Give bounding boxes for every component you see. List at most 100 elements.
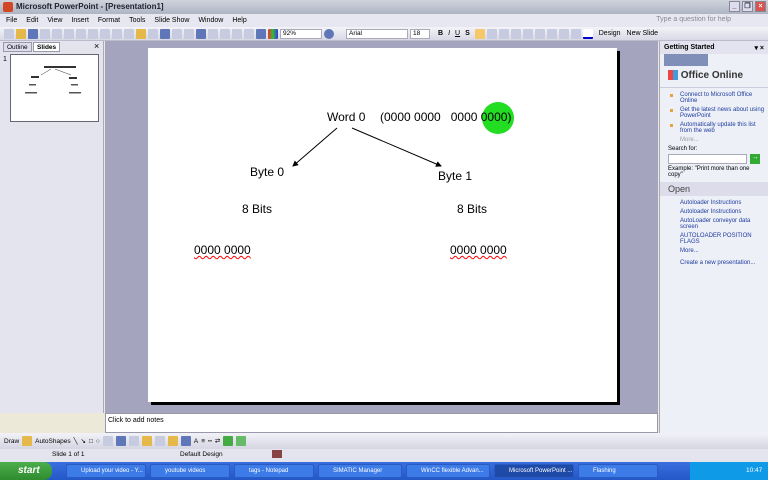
taskbar-item[interactable]: SIMATIC Manager: [318, 464, 402, 478]
more-link[interactable]: More...: [660, 137, 768, 143]
close-pane-icon[interactable]: ×: [94, 41, 99, 51]
search-go-button[interactable]: →: [750, 154, 760, 164]
new-icon[interactable]: [4, 28, 14, 39]
cut-icon[interactable]: [112, 28, 122, 39]
draw-menu[interactable]: Draw: [4, 438, 19, 445]
hyperlink-icon[interactable]: [220, 28, 230, 39]
restore-button[interactable]: ❐: [742, 1, 753, 12]
recent-file[interactable]: Autoloader Instructions: [660, 209, 768, 215]
select-objects-icon[interactable]: [22, 436, 33, 446]
tab-slides[interactable]: Slides: [33, 42, 61, 52]
3d-style-icon[interactable]: [236, 436, 247, 446]
dash-style-icon[interactable]: ┅: [208, 437, 212, 445]
decrease-font-icon[interactable]: [546, 28, 557, 39]
menu-insert[interactable]: Insert: [71, 17, 89, 24]
font-size-select[interactable]: 18: [410, 28, 430, 39]
notes-input[interactable]: Click to add notes: [105, 413, 658, 433]
italic-button[interactable]: I: [448, 30, 450, 37]
slide-canvas[interactable]: Word 0 (0000 0000 0000 0000) Byte 0 Byte…: [148, 48, 617, 402]
line-style-icon[interactable]: ≡: [201, 438, 205, 445]
permission-icon[interactable]: [40, 28, 50, 39]
autoshapes-menu[interactable]: AutoShapes: [35, 438, 70, 445]
minimize-button[interactable]: _: [729, 1, 740, 12]
align-center-icon[interactable]: [486, 28, 497, 39]
decrease-indent-icon[interactable]: [558, 28, 569, 39]
undo-icon[interactable]: [160, 28, 170, 39]
align-right-icon[interactable]: [498, 28, 509, 39]
recent-file[interactable]: Autoloader Instructions: [660, 200, 768, 206]
picture-icon[interactable]: [154, 436, 165, 446]
start-button[interactable]: start: [0, 462, 52, 480]
menu-edit[interactable]: Edit: [26, 17, 38, 24]
taskbar-item[interactable]: youtube videos: [150, 464, 230, 478]
taskbar-item[interactable]: Upload your video - Y...: [66, 464, 146, 478]
bullets-icon[interactable]: [522, 28, 533, 39]
help-icon[interactable]: [324, 28, 334, 39]
tables-borders-icon[interactable]: [208, 28, 218, 39]
open-more-link[interactable]: More...: [660, 248, 768, 254]
taskbar-item[interactable]: WinCC flexible Advan...: [406, 464, 490, 478]
numbering-icon[interactable]: [510, 28, 521, 39]
bold-button[interactable]: B: [438, 30, 443, 37]
taskbar-item[interactable]: tags - Notepad: [234, 464, 314, 478]
recent-file[interactable]: AUTOLOADER POSITION FLAGS: [660, 233, 768, 245]
format-painter-icon[interactable]: [148, 28, 158, 39]
arrow-icon[interactable]: ↘: [81, 437, 86, 445]
save-icon[interactable]: [28, 28, 38, 39]
menu-view[interactable]: View: [47, 17, 62, 24]
link-connect[interactable]: Connect to Microsoft Office Online: [660, 92, 768, 104]
grid-icon[interactable]: [256, 28, 266, 39]
taskbar-item[interactable]: Flashing: [578, 464, 658, 478]
paste-icon[interactable]: [136, 28, 146, 39]
research-icon[interactable]: [100, 28, 110, 39]
task-pane-nav[interactable]: [664, 54, 708, 66]
chart-icon[interactable]: [184, 28, 194, 39]
link-update[interactable]: Automatically update this list from the …: [660, 122, 768, 134]
spelling-icon[interactable]: [88, 28, 98, 39]
menu-format[interactable]: Format: [98, 17, 120, 24]
print-preview-icon[interactable]: [76, 28, 86, 39]
help-search-input[interactable]: Type a question for help: [656, 16, 731, 23]
align-left-icon[interactable]: [474, 28, 485, 39]
new-slide-button[interactable]: New Slide: [627, 30, 659, 37]
taskbar-item-active[interactable]: Microsoft PowerPoint ...: [494, 464, 574, 478]
menu-slide-show[interactable]: Slide Show: [154, 17, 189, 24]
increase-font-icon[interactable]: [534, 28, 545, 39]
expand-all-icon[interactable]: [232, 28, 242, 39]
link-news[interactable]: Get the latest news about using PowerPoi…: [660, 107, 768, 119]
tab-outline[interactable]: Outline: [3, 42, 32, 52]
copy-icon[interactable]: [124, 28, 134, 39]
menu-tools[interactable]: Tools: [129, 17, 145, 24]
create-presentation-link[interactable]: Create a new presentation...: [660, 260, 768, 266]
show-formatting-icon[interactable]: [244, 28, 254, 39]
search-input[interactable]: [668, 154, 748, 164]
font-color-icon[interactable]: [582, 28, 593, 39]
color-grayscale-icon[interactable]: [268, 28, 278, 39]
menu-help[interactable]: Help: [232, 17, 246, 24]
table-icon[interactable]: [196, 28, 206, 39]
underline-button[interactable]: U: [455, 30, 460, 37]
close-task-pane-icon[interactable]: ▾ ×: [754, 44, 764, 52]
open-icon[interactable]: [16, 28, 26, 39]
oval-icon[interactable]: ○: [96, 438, 100, 445]
arrow-style-icon[interactable]: ⇄: [215, 437, 220, 445]
font-select[interactable]: Arial: [346, 28, 408, 39]
shadow-style-icon[interactable]: [223, 436, 234, 446]
clipart-icon[interactable]: [141, 436, 152, 446]
shadow-button[interactable]: S: [465, 30, 470, 37]
line-color-icon[interactable]: [180, 436, 191, 446]
slide-thumbnail[interactable]: [10, 54, 99, 122]
increase-indent-icon[interactable]: [570, 28, 581, 39]
zoom-select[interactable]: 92%: [280, 28, 322, 39]
close-button[interactable]: ×: [755, 1, 766, 12]
font-color-draw-icon[interactable]: A: [194, 438, 198, 445]
diagram-icon[interactable]: [128, 436, 139, 446]
design-button[interactable]: Design: [599, 30, 621, 37]
rectangle-icon[interactable]: □: [89, 438, 93, 445]
email-icon[interactable]: [52, 28, 62, 39]
wordart-icon[interactable]: [115, 436, 126, 446]
recent-file[interactable]: AutoLoader conveyor data screen: [660, 218, 768, 230]
line-icon[interactable]: ╲: [74, 437, 78, 445]
textbox-icon[interactable]: [102, 436, 113, 446]
print-icon[interactable]: [64, 28, 74, 39]
